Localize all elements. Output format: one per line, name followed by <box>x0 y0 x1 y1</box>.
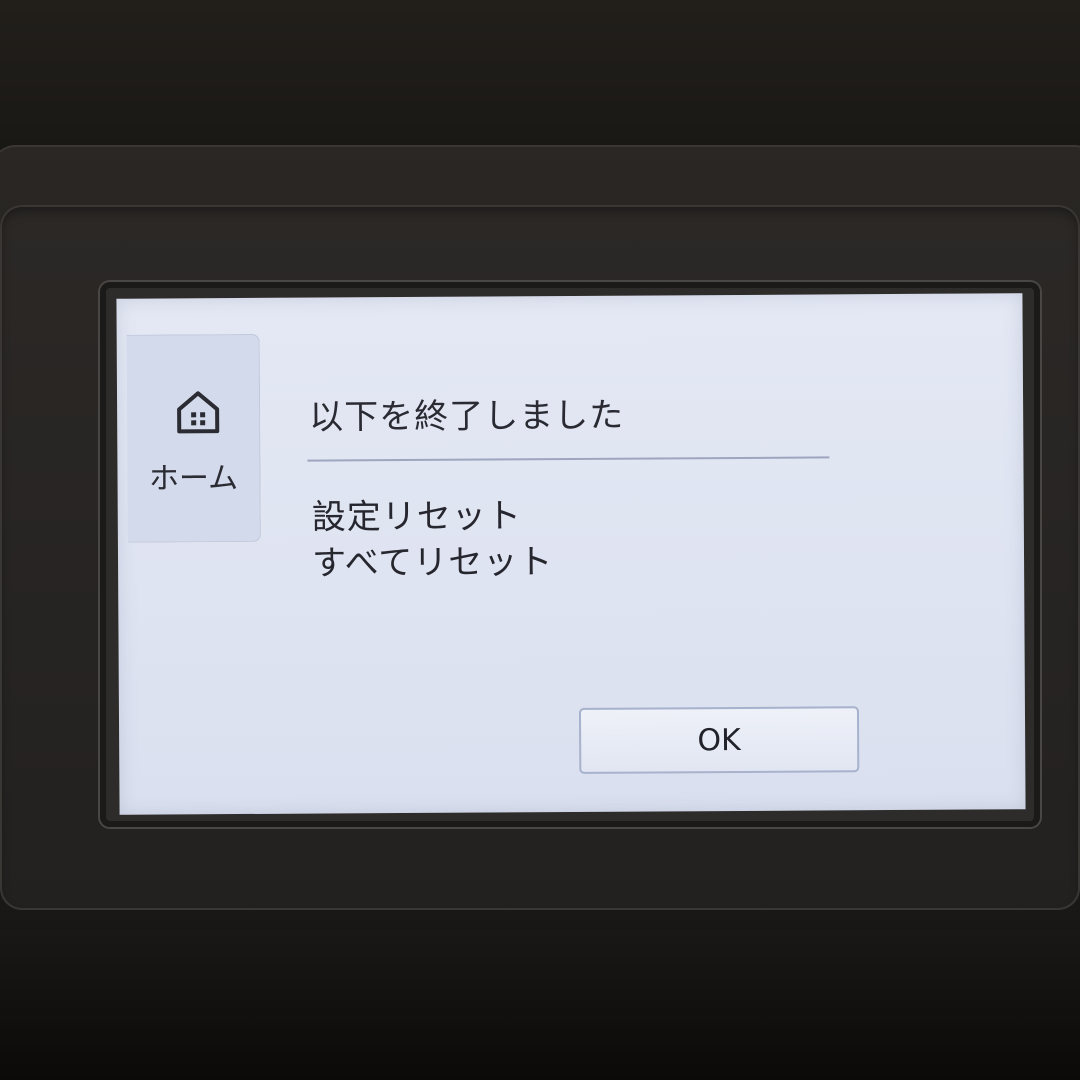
home-icon <box>177 391 220 434</box>
title-divider <box>307 456 830 462</box>
dialog-title: 以下を終了しました <box>309 395 625 438</box>
device-lower-edge <box>0 930 1080 1080</box>
home-button[interactable]: ホーム <box>126 333 261 543</box>
completed-item-reset-all: すべてリセット <box>311 542 554 584</box>
ok-button-label: OK <box>697 722 741 758</box>
printer-photo: ホーム 以下を終了しました 設定リセット すべてリセット OK <box>0 0 1080 1080</box>
device-top-edge <box>0 0 1080 150</box>
completed-item-settings-reset: 設定リセット <box>311 496 522 538</box>
home-label: ホーム <box>148 461 239 497</box>
ok-button[interactable]: OK <box>578 706 860 774</box>
touch-screen: ホーム 以下を終了しました 設定リセット すべてリセット OK <box>116 293 1026 815</box>
